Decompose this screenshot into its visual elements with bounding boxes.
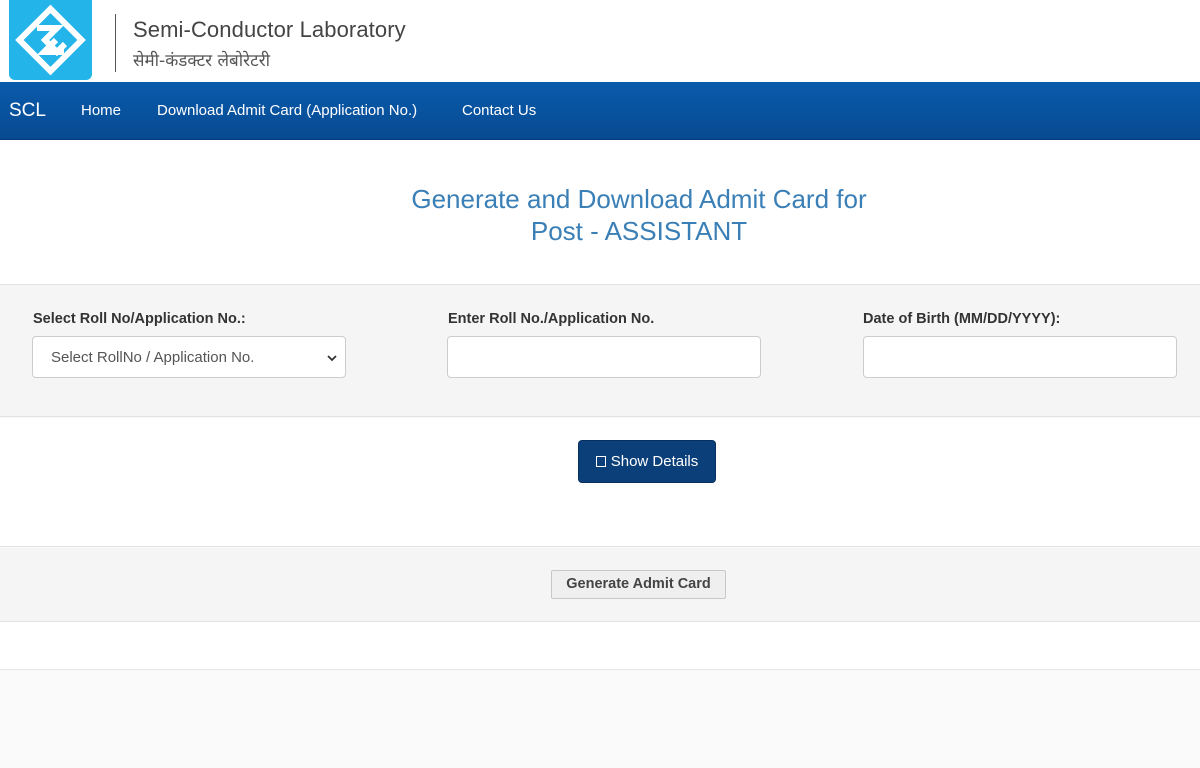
date-of-birth-input[interactable] — [863, 336, 1177, 378]
roll-input-label: Enter Roll No./Application No. — [448, 311, 655, 327]
generate-admit-card-button[interactable]: Generate Admit Card — [551, 570, 726, 599]
header-divider — [115, 14, 116, 72]
show-details-label: Show Details — [610, 453, 699, 470]
main-navbar: SCL Home Download Admit Card (Applicatio… — [0, 82, 1200, 140]
show-details-area: Show Details — [0, 418, 1200, 547]
generate-panel: Generate Admit Card — [0, 548, 1200, 622]
page-title-line-1: Generate and Download Admit Card for — [411, 184, 867, 214]
scl-logo-icon[interactable] — [9, 0, 92, 80]
details-icon — [595, 456, 606, 467]
page-title-area: Generate and Download Admit Card for Pos… — [0, 140, 1200, 284]
roll-select-label: Select Roll No/Application No.: — [33, 311, 246, 327]
nav-item-download-admit-card[interactable]: Download Admit Card (Application No.) — [157, 102, 417, 119]
show-details-button[interactable]: Show Details — [578, 440, 716, 483]
result-area — [0, 622, 1200, 670]
org-name-hindi: सेमी-कंडक्टर लेबोरेटरी — [133, 51, 271, 71]
roll-type-select[interactable]: Select RollNo / Application No. — [32, 336, 346, 378]
org-name-english: Semi-Conductor Laboratory — [133, 17, 406, 42]
page-title-line-2: Post - ASSISTANT — [530, 216, 748, 246]
nav-brand[interactable]: SCL — [9, 100, 46, 122]
page-title: Generate and Download Admit Card for Pos… — [0, 183, 1200, 247]
nav-item-contact-us[interactable]: Contact Us — [462, 102, 536, 119]
site-header: Semi-Conductor Laboratory सेमी-कंडक्टर ल… — [0, 0, 1200, 82]
lookup-form: Select Roll No/Application No.: Enter Ro… — [0, 284, 1200, 417]
roll-number-input[interactable] — [447, 336, 761, 378]
dob-label: Date of Birth (MM/DD/YYYY): — [863, 311, 1061, 327]
nav-item-home[interactable]: Home — [81, 102, 121, 119]
roll-type-select-value: Select RollNo / Application No. — [51, 349, 255, 366]
chevron-down-icon — [327, 355, 337, 362]
